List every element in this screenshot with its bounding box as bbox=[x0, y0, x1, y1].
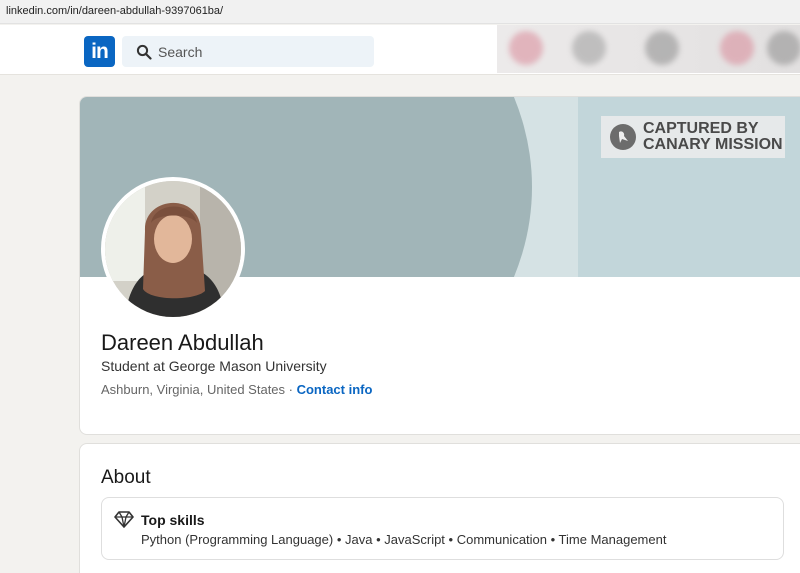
profile-location: Ashburn, Virginia, United States bbox=[101, 382, 286, 397]
search-icon bbox=[136, 44, 152, 60]
browser-url-bar[interactable]: linkedin.com/in/dareen-abdullah-9397061b… bbox=[0, 0, 800, 24]
separator-dot: · bbox=[285, 382, 297, 397]
top-navbar: in bbox=[0, 25, 800, 75]
redacted-nav-icons bbox=[497, 25, 800, 73]
contact-info-link[interactable]: Contact info bbox=[297, 382, 373, 397]
profile-card: CAPTURED BY CANARY MISSION Dareen Abdull… bbox=[79, 96, 800, 435]
stamp-line2: CANARY MISSION bbox=[643, 136, 783, 153]
profile-headline: Student at George Mason University bbox=[101, 358, 327, 374]
top-skills-list: Python (Programming Language) • Java • J… bbox=[141, 532, 667, 547]
linkedin-logo[interactable]: in bbox=[84, 36, 115, 67]
stamp-line1: CAPTURED BY bbox=[643, 120, 759, 137]
diamond-icon bbox=[114, 511, 134, 528]
canary-bird-icon bbox=[610, 124, 636, 150]
url-text[interactable]: linkedin.com/in/dareen-abdullah-9397061b… bbox=[6, 5, 223, 17]
top-skills-label: Top skills bbox=[141, 512, 205, 528]
profile-name: Dareen Abdullah bbox=[101, 330, 264, 355]
top-skills-box[interactable]: Top skills Python (Programming Language)… bbox=[101, 497, 784, 560]
about-title: About bbox=[101, 467, 151, 488]
search-box[interactable] bbox=[122, 36, 374, 67]
canary-mission-stamp: CAPTURED BY CANARY MISSION bbox=[601, 116, 785, 158]
search-input[interactable] bbox=[158, 36, 368, 67]
about-card: About Top skills Python (Programming Lan… bbox=[79, 443, 800, 573]
location-row: Ashburn, Virginia, United States · Conta… bbox=[101, 382, 372, 397]
profile-avatar[interactable] bbox=[101, 177, 245, 321]
